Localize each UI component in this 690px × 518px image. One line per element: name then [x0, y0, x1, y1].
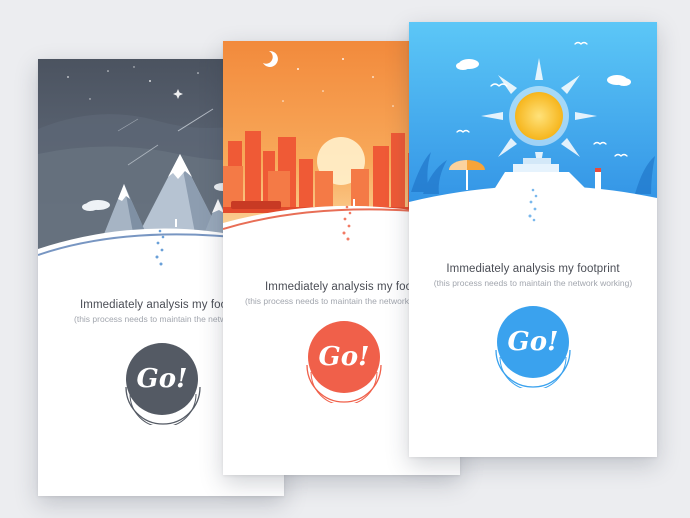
go-button[interactable]: Go!	[308, 321, 380, 393]
sunny-beach-illustration	[409, 22, 657, 222]
go-button[interactable]: Go!	[126, 343, 198, 415]
card-subtitle: (this process needs to maintain the netw…	[433, 278, 633, 288]
card-title: Immediately analysis my footprint	[446, 263, 620, 275]
go-button[interactable]: Go!	[497, 306, 569, 378]
onboarding-card-sunny: Immediately analysis my footprint (this …	[409, 22, 657, 457]
